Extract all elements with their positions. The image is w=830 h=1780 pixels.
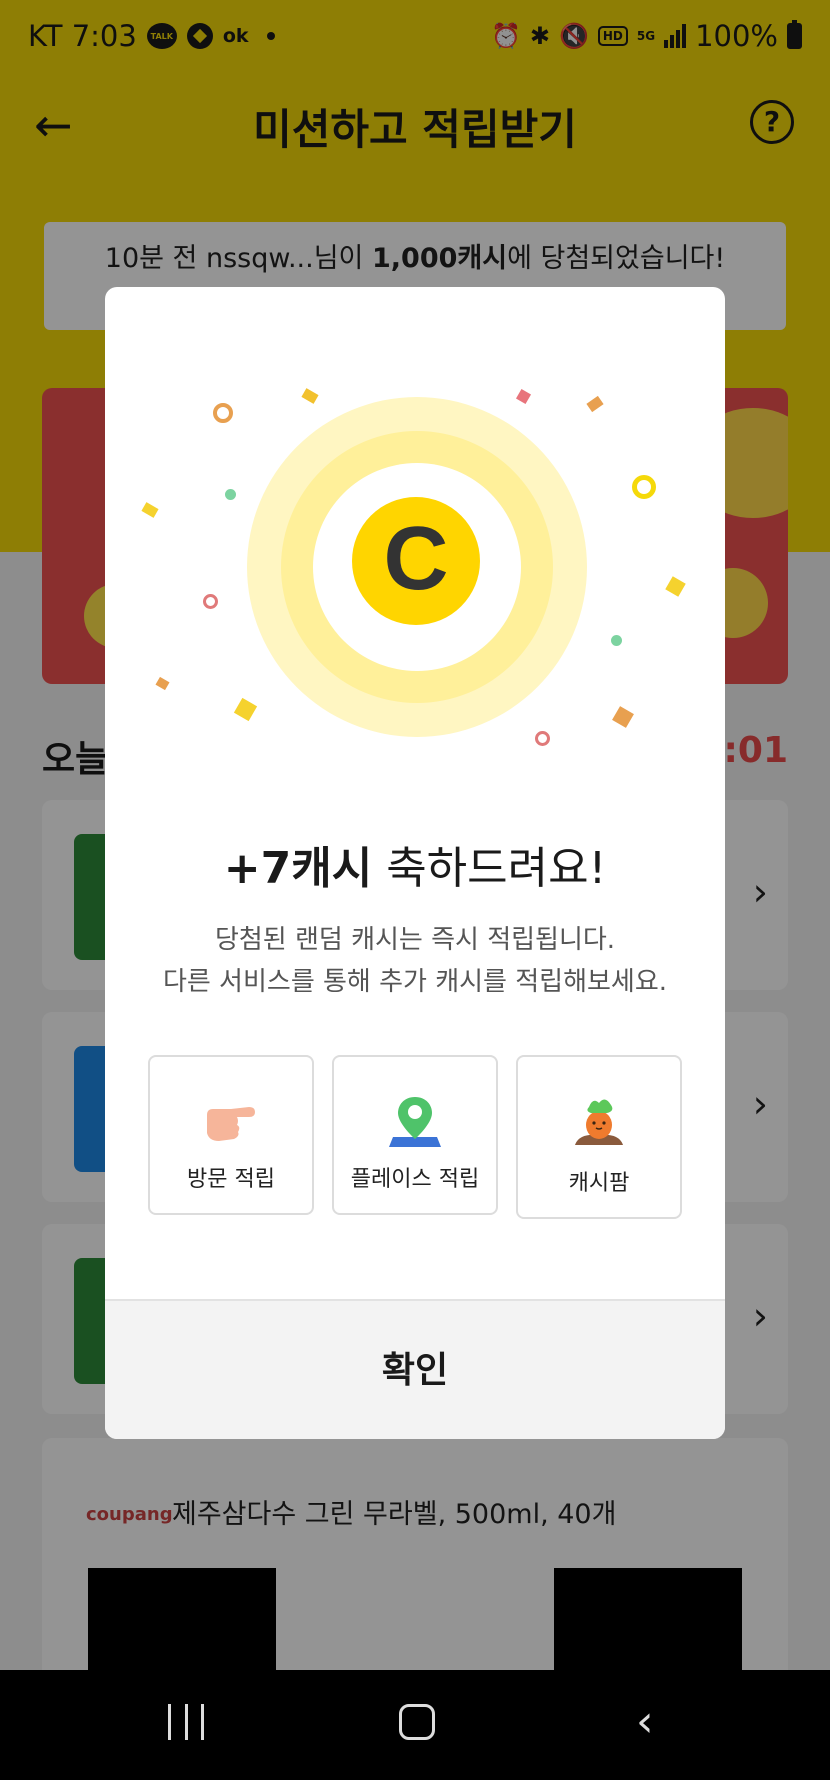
system-nav-bar: ‹ — [0, 1670, 830, 1780]
description-line: 당첨된 랜덤 캐시는 즉시 적립됩니다. — [214, 925, 616, 955]
reward-amount: +7캐시 — [223, 843, 373, 894]
confetti — [611, 635, 622, 646]
reward-message: 축하드려요! — [372, 843, 607, 894]
reward-dialog: C +7캐시 축하드려요! 당첨된 랜덤 캐시는 즉시 적립됩니다. 다른 서비… — [105, 287, 725, 1439]
tile-label: 플레이스 적립 — [350, 1167, 480, 1192]
confirm-button[interactable]: 확인 — [105, 1299, 725, 1439]
service-tiles: 방문 적립 플레이스 적립 캐시팜 — [148, 1055, 688, 1221]
confetti — [233, 697, 258, 722]
confetti — [301, 388, 319, 404]
coin-illustration: C — [105, 287, 725, 757]
map-pin-icon — [389, 1097, 441, 1147]
reward-heading: +7캐시 축하드려요! — [105, 832, 725, 896]
reward-description: 당첨된 랜덤 캐시는 즉시 적립됩니다. 다른 서비스를 통해 추가 캐시를 적… — [105, 919, 725, 1003]
recent-apps-icon[interactable] — [168, 1704, 204, 1740]
back-icon[interactable]: ‹ — [636, 1700, 654, 1744]
confetti — [203, 594, 218, 609]
pointing-hand-icon — [207, 1107, 255, 1141]
confetti — [632, 475, 656, 499]
confetti — [665, 576, 686, 597]
tile-visit-reward[interactable]: 방문 적립 — [148, 1055, 314, 1215]
confetti — [225, 489, 236, 500]
description-line: 다른 서비스를 통해 추가 캐시를 적립해보세요. — [162, 967, 668, 997]
tile-label: 캐시팜 — [568, 1171, 630, 1196]
tile-cash-farm[interactable]: 캐시팜 — [516, 1055, 682, 1219]
home-icon[interactable] — [399, 1704, 435, 1740]
confetti — [515, 388, 532, 405]
confetti — [155, 676, 170, 691]
confetti — [612, 706, 634, 728]
carrot-icon — [575, 1099, 623, 1145]
confetti — [586, 395, 604, 413]
tile-place-reward[interactable]: 플레이스 적립 — [332, 1055, 498, 1215]
cash-coin-icon: C — [352, 497, 480, 625]
confetti — [535, 731, 550, 746]
tile-label: 방문 적립 — [187, 1167, 275, 1192]
confetti — [213, 403, 233, 423]
confetti — [141, 502, 159, 518]
